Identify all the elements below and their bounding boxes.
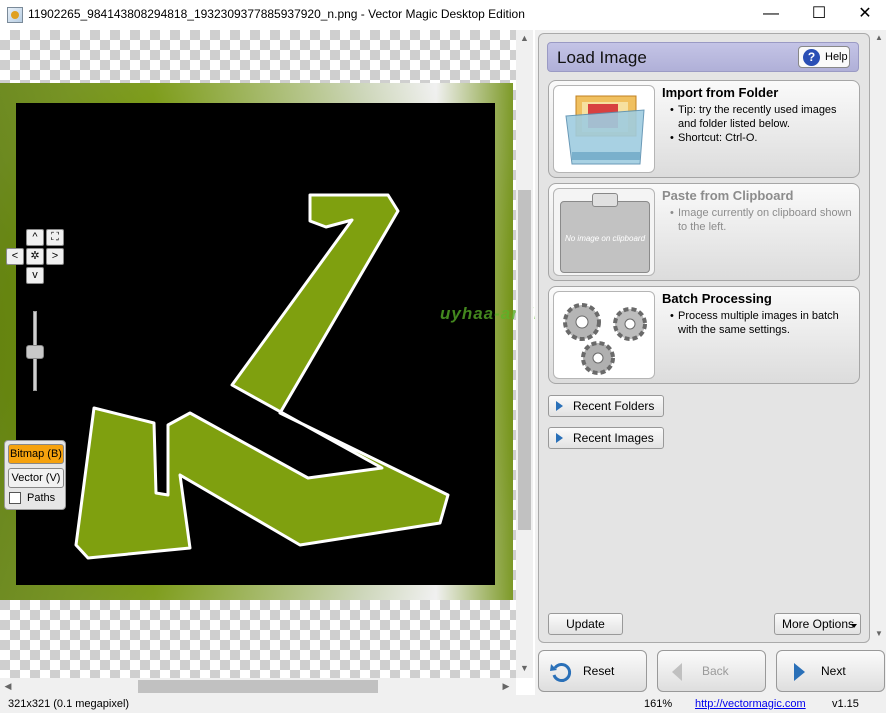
vector-mode-button[interactable]: Vector (V): [8, 468, 64, 488]
image-preview: [0, 83, 513, 600]
view-mode-panel: Bitmap (B) Vector (V) Paths: [4, 440, 66, 510]
expand-arrow-icon: [556, 433, 563, 443]
card-bullet: Image currently on clipboard shown to th…: [662, 206, 857, 234]
recent-folders-button[interactable]: Recent Folders: [548, 395, 665, 417]
next-label: Next: [821, 664, 846, 678]
card-title: Paste from Clipboard: [662, 188, 794, 203]
dropdown-caret-icon: [851, 624, 857, 628]
next-button[interactable]: Next: [776, 650, 885, 692]
update-button[interactable]: Update: [548, 613, 623, 635]
center-view-icon[interactable]: ✲: [26, 248, 44, 265]
bitmap-mode-button[interactable]: Bitmap (B): [8, 444, 64, 464]
scroll-up-icon[interactable]: ▲: [516, 30, 533, 46]
scroll-down-icon[interactable]: ▼: [516, 660, 533, 676]
card-title: Import from Folder: [662, 85, 779, 100]
reset-icon: [550, 663, 572, 682]
card-description: Image currently on clipboard shown to th…: [662, 206, 857, 234]
shape-graphic: [74, 193, 450, 560]
more-options-label: More Options: [782, 617, 855, 631]
scroll-down-icon[interactable]: ▼: [872, 629, 886, 643]
zoom-level: 161%: [644, 698, 673, 710]
close-button[interactable]: ✕: [842, 0, 886, 30]
version-label: v1.15: [832, 698, 859, 710]
section-title: Load Image: [557, 48, 647, 67]
app-icon: [7, 7, 23, 23]
canvas-horizontal-scrollbar[interactable]: ◀ ▶: [0, 678, 516, 695]
scroll-thumb[interactable]: [518, 190, 531, 530]
card-bullet: Tip: try the recently used images and fo…: [662, 103, 857, 131]
recent-images-button[interactable]: Recent Images: [548, 427, 664, 449]
zoom-slider-thumb[interactable]: [26, 345, 44, 359]
image-dimensions: 321x321 (0.1 megapixel): [8, 698, 130, 710]
more-options-button[interactable]: More Options: [774, 613, 861, 635]
load-image-panel: Load Image ? Help Import from Folder Tip…: [538, 33, 870, 643]
minimize-button[interactable]: —: [748, 0, 794, 30]
fit-view-icon[interactable]: ⛶: [46, 229, 64, 246]
import-from-folder-card[interactable]: Import from Folder Tip: try the recently…: [548, 80, 860, 178]
website-link[interactable]: http://vectormagic.com: [695, 695, 806, 713]
status-bar: 321x321 (0.1 megapixel) 161% http://vect…: [0, 695, 886, 713]
card-description: Tip: try the recently used images and fo…: [662, 103, 857, 145]
paste-from-clipboard-card[interactable]: No image on clipboard Paste from Clipboa…: [548, 183, 860, 281]
scroll-thumb[interactable]: [138, 680, 378, 693]
panel-scrollbar[interactable]: ▲ ▼: [872, 33, 886, 643]
card-bullet: Process multiple images in batch with th…: [662, 309, 857, 337]
pan-down-button[interactable]: v: [26, 267, 44, 284]
scroll-up-icon[interactable]: ▲: [872, 33, 886, 47]
maximize-button[interactable]: ☐: [796, 0, 842, 30]
section-header: Load Image ? Help: [547, 42, 859, 72]
reset-label: Reset: [583, 664, 615, 678]
pan-left-button[interactable]: <: [6, 248, 24, 265]
pan-right-button[interactable]: >: [46, 248, 64, 265]
card-title: Batch Processing: [662, 291, 772, 306]
wizard-sidebar: Load Image ? Help Import from Folder Tip…: [535, 30, 886, 695]
card-bullet: Shortcut: Ctrl-O.: [662, 131, 857, 145]
pan-controls: ^ ⛶ < ✲ > v: [6, 229, 68, 289]
back-arrow-icon: [672, 663, 682, 681]
clipboard-empty-text: No image on clipboard: [564, 234, 646, 243]
image-canvas[interactable]: ^ ⛶ < ✲ > v Bitmap (B) Vector (V) Paths: [0, 30, 516, 678]
batch-processing-card[interactable]: Batch Processing Process multiple images…: [548, 286, 860, 384]
paths-checkbox[interactable]: [9, 492, 21, 504]
recent-images-label: Recent Images: [573, 431, 654, 445]
back-button[interactable]: Back: [657, 650, 766, 692]
back-label: Back: [702, 664, 729, 678]
reset-button[interactable]: Reset: [538, 650, 647, 692]
clipboard-icon: No image on clipboard: [553, 188, 655, 276]
scroll-right-icon[interactable]: ▶: [498, 678, 514, 695]
help-label: Help: [825, 51, 848, 63]
expand-arrow-icon: [556, 401, 563, 411]
recent-folders-label: Recent Folders: [573, 399, 655, 413]
paths-label: Paths: [27, 492, 56, 504]
gears-icon: [553, 291, 655, 379]
title-bar: 11902265_984143808294818_193230937788593…: [0, 0, 886, 30]
card-description: Process multiple images in batch with th…: [662, 309, 857, 337]
help-button[interactable]: ? Help: [798, 46, 850, 68]
next-arrow-icon: [794, 663, 805, 681]
scroll-left-icon[interactable]: ◀: [0, 678, 16, 695]
folder-icon: [553, 85, 655, 173]
pan-up-button[interactable]: ^: [26, 229, 44, 246]
help-icon: ?: [803, 49, 820, 66]
window-title: 11902265_984143808294818_193230937788593…: [28, 7, 525, 21]
canvas-vertical-scrollbar[interactable]: ▲ ▼: [516, 30, 533, 678]
